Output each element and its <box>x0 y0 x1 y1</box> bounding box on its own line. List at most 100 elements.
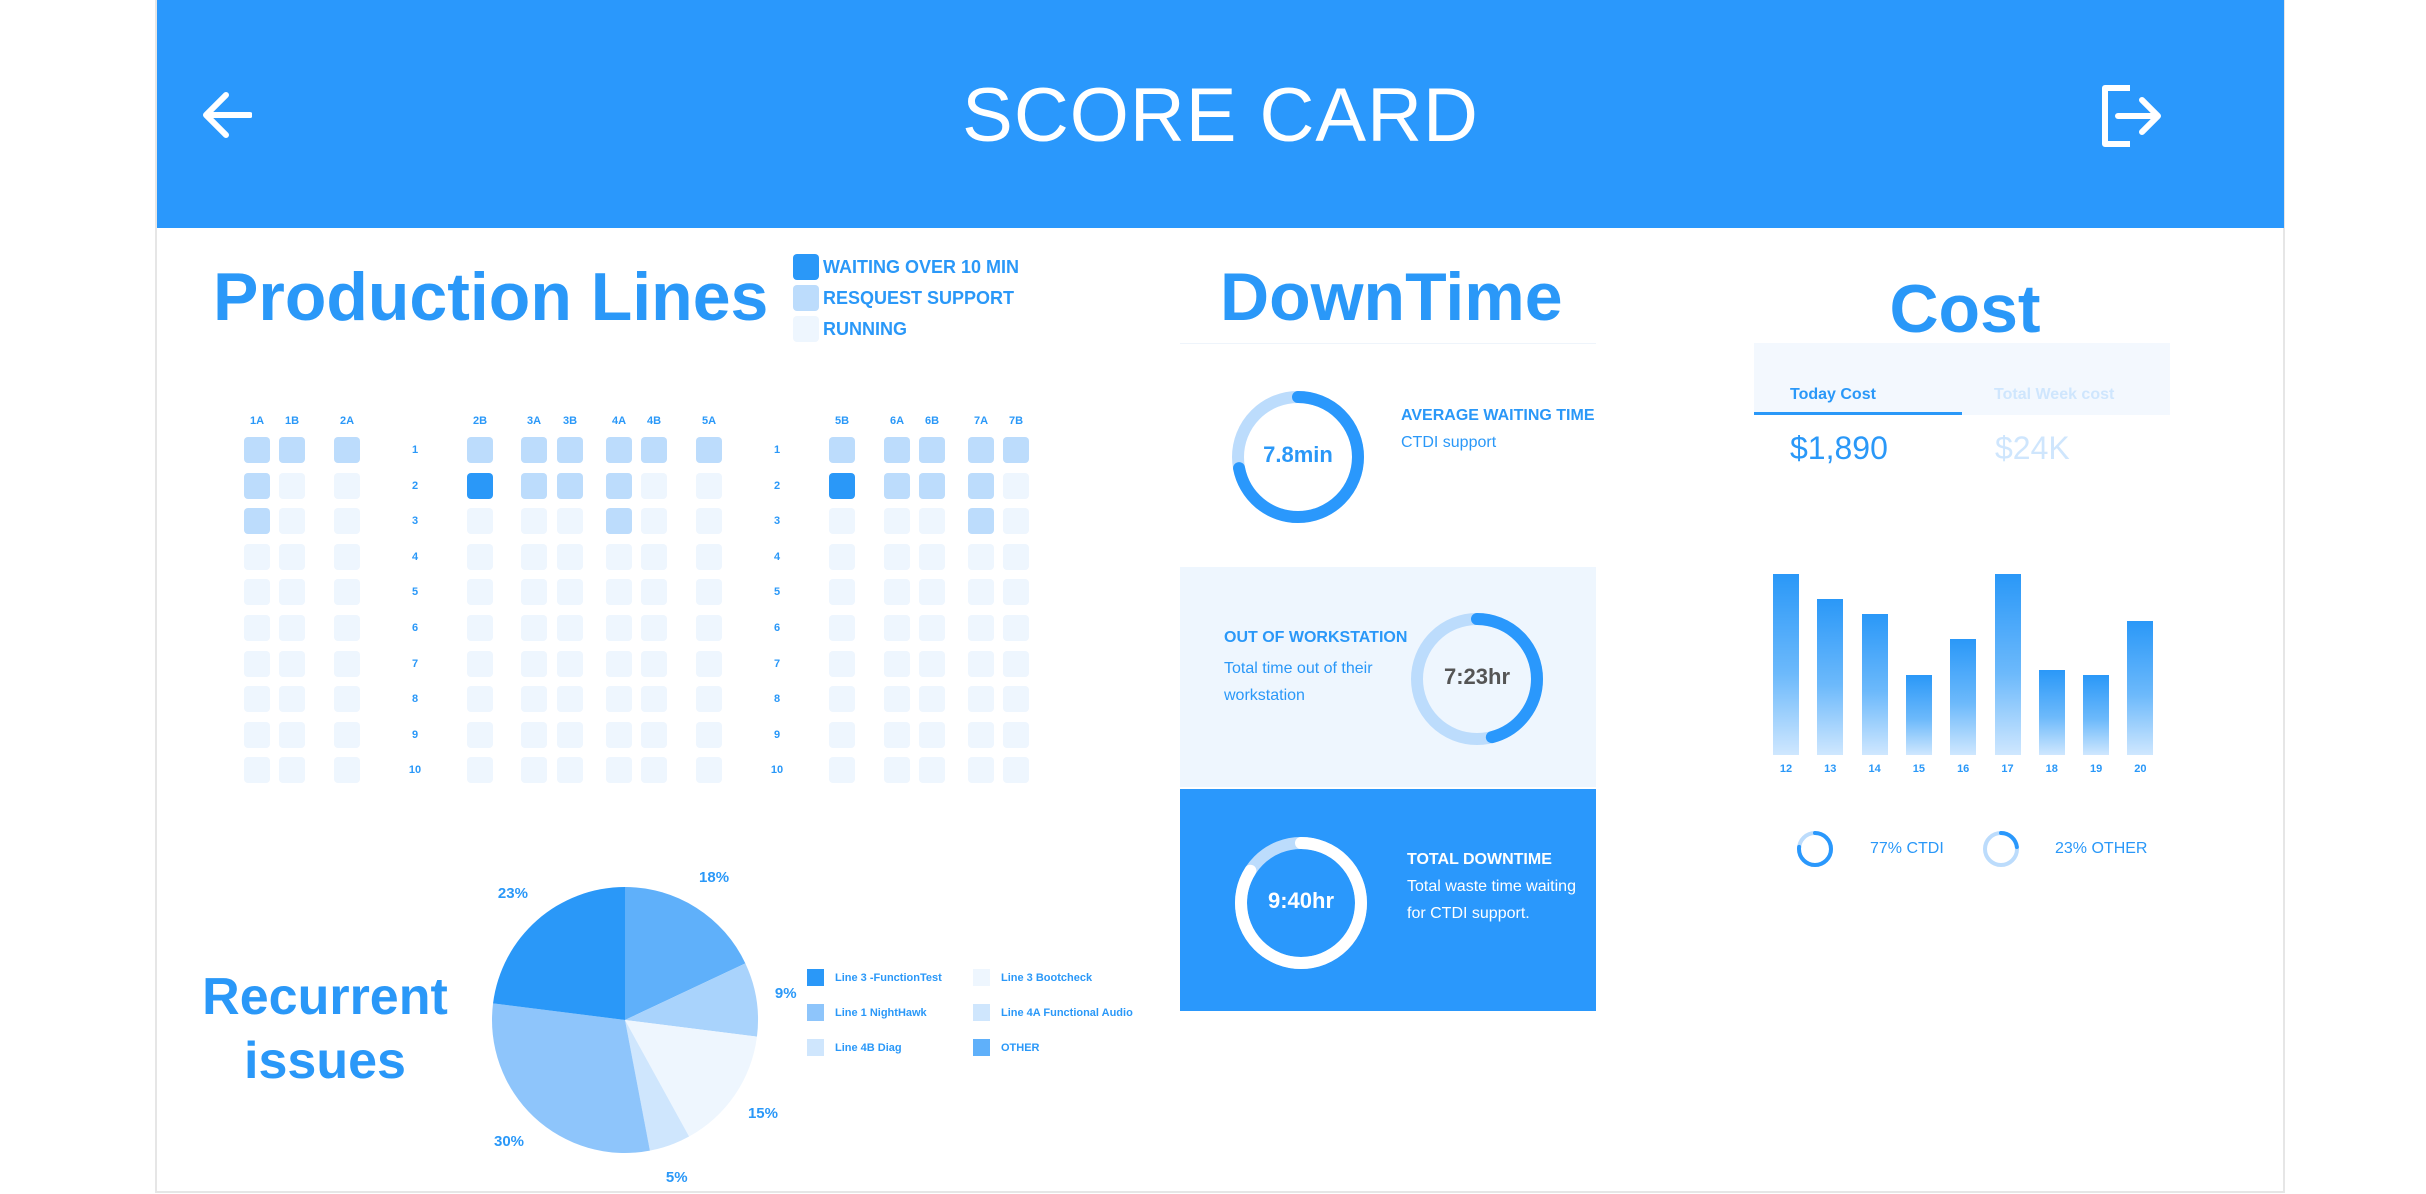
station-cell[interactable] <box>919 472 945 499</box>
station-cell[interactable] <box>557 721 583 748</box>
station-cell[interactable] <box>884 437 910 463</box>
station-cell[interactable] <box>244 508 270 535</box>
station-cell[interactable] <box>968 650 994 677</box>
station-cell[interactable] <box>829 472 855 499</box>
station-cell[interactable] <box>557 543 583 570</box>
station-cell[interactable] <box>557 579 583 606</box>
arrow-left-icon[interactable] <box>200 91 252 139</box>
station-cell[interactable] <box>829 615 855 641</box>
station-cell[interactable] <box>1003 579 1029 606</box>
station-cell[interactable] <box>1003 650 1029 677</box>
station-cell[interactable] <box>641 543 667 570</box>
station-cell[interactable] <box>829 650 855 677</box>
station-cell[interactable] <box>606 757 632 784</box>
station-cell[interactable] <box>641 686 667 713</box>
station-cell[interactable] <box>968 757 994 784</box>
station-cell[interactable] <box>696 757 722 784</box>
station-cell[interactable] <box>884 686 910 713</box>
station-cell[interactable] <box>334 615 360 641</box>
station-cell[interactable] <box>521 543 547 570</box>
station-cell[interactable] <box>829 543 855 570</box>
station-cell[interactable] <box>279 650 305 677</box>
station-cell[interactable] <box>919 543 945 570</box>
logout-icon[interactable] <box>2100 83 2164 149</box>
station-cell[interactable] <box>334 757 360 784</box>
station-cell[interactable] <box>334 721 360 748</box>
station-cell[interactable] <box>1003 508 1029 535</box>
station-cell[interactable] <box>641 721 667 748</box>
station-cell[interactable] <box>696 721 722 748</box>
station-cell[interactable] <box>606 579 632 606</box>
station-cell[interactable] <box>467 615 493 641</box>
station-cell[interactable] <box>244 543 270 570</box>
station-cell[interactable] <box>467 508 493 535</box>
station-cell[interactable] <box>884 650 910 677</box>
station-cell[interactable] <box>467 437 493 463</box>
tab-total-week-cost[interactable]: Total Week cost <box>1962 343 2170 415</box>
station-cell[interactable] <box>968 472 994 499</box>
station-cell[interactable] <box>884 615 910 641</box>
station-cell[interactable] <box>467 543 493 570</box>
station-cell[interactable] <box>606 508 632 535</box>
station-cell[interactable] <box>641 650 667 677</box>
station-cell[interactable] <box>557 650 583 677</box>
station-cell[interactable] <box>968 579 994 606</box>
station-cell[interactable] <box>279 721 305 748</box>
station-cell[interactable] <box>279 579 305 606</box>
station-cell[interactable] <box>1003 472 1029 499</box>
station-cell[interactable] <box>829 437 855 463</box>
station-cell[interactable] <box>244 579 270 606</box>
station-cell[interactable] <box>919 615 945 641</box>
station-cell[interactable] <box>279 437 305 463</box>
station-cell[interactable] <box>557 686 583 713</box>
station-cell[interactable] <box>279 757 305 784</box>
station-cell[interactable] <box>968 508 994 535</box>
station-cell[interactable] <box>696 508 722 535</box>
station-cell[interactable] <box>641 437 667 463</box>
station-cell[interactable] <box>884 508 910 535</box>
station-cell[interactable] <box>829 757 855 784</box>
station-cell[interactable] <box>884 543 910 570</box>
station-cell[interactable] <box>557 757 583 784</box>
station-cell[interactable] <box>696 615 722 641</box>
station-cell[interactable] <box>334 650 360 677</box>
station-cell[interactable] <box>919 579 945 606</box>
station-cell[interactable] <box>919 508 945 535</box>
station-cell[interactable] <box>696 472 722 499</box>
station-cell[interactable] <box>1003 615 1029 641</box>
station-cell[interactable] <box>279 508 305 535</box>
station-cell[interactable] <box>606 437 632 463</box>
station-cell[interactable] <box>521 508 547 535</box>
station-cell[interactable] <box>641 757 667 784</box>
station-cell[interactable] <box>884 721 910 748</box>
station-cell[interactable] <box>884 579 910 606</box>
station-cell[interactable] <box>1003 757 1029 784</box>
station-cell[interactable] <box>884 472 910 499</box>
station-cell[interactable] <box>829 721 855 748</box>
station-cell[interactable] <box>919 757 945 784</box>
station-cell[interactable] <box>696 579 722 606</box>
station-cell[interactable] <box>557 437 583 463</box>
station-cell[interactable] <box>467 686 493 713</box>
station-cell[interactable] <box>334 543 360 570</box>
station-cell[interactable] <box>919 437 945 463</box>
station-cell[interactable] <box>829 508 855 535</box>
station-cell[interactable] <box>606 615 632 641</box>
tab-today-cost[interactable]: Today Cost <box>1754 343 1962 415</box>
station-cell[interactable] <box>968 543 994 570</box>
station-cell[interactable] <box>334 686 360 713</box>
station-cell[interactable] <box>521 721 547 748</box>
station-cell[interactable] <box>279 615 305 641</box>
station-cell[interactable] <box>1003 686 1029 713</box>
station-cell[interactable] <box>334 472 360 499</box>
station-cell[interactable] <box>919 686 945 713</box>
station-cell[interactable] <box>1003 721 1029 748</box>
station-cell[interactable] <box>467 472 493 499</box>
station-cell[interactable] <box>244 472 270 499</box>
station-cell[interactable] <box>521 472 547 499</box>
station-cell[interactable] <box>467 579 493 606</box>
station-cell[interactable] <box>279 472 305 499</box>
station-cell[interactable] <box>557 615 583 641</box>
station-cell[interactable] <box>244 721 270 748</box>
station-cell[interactable] <box>641 579 667 606</box>
